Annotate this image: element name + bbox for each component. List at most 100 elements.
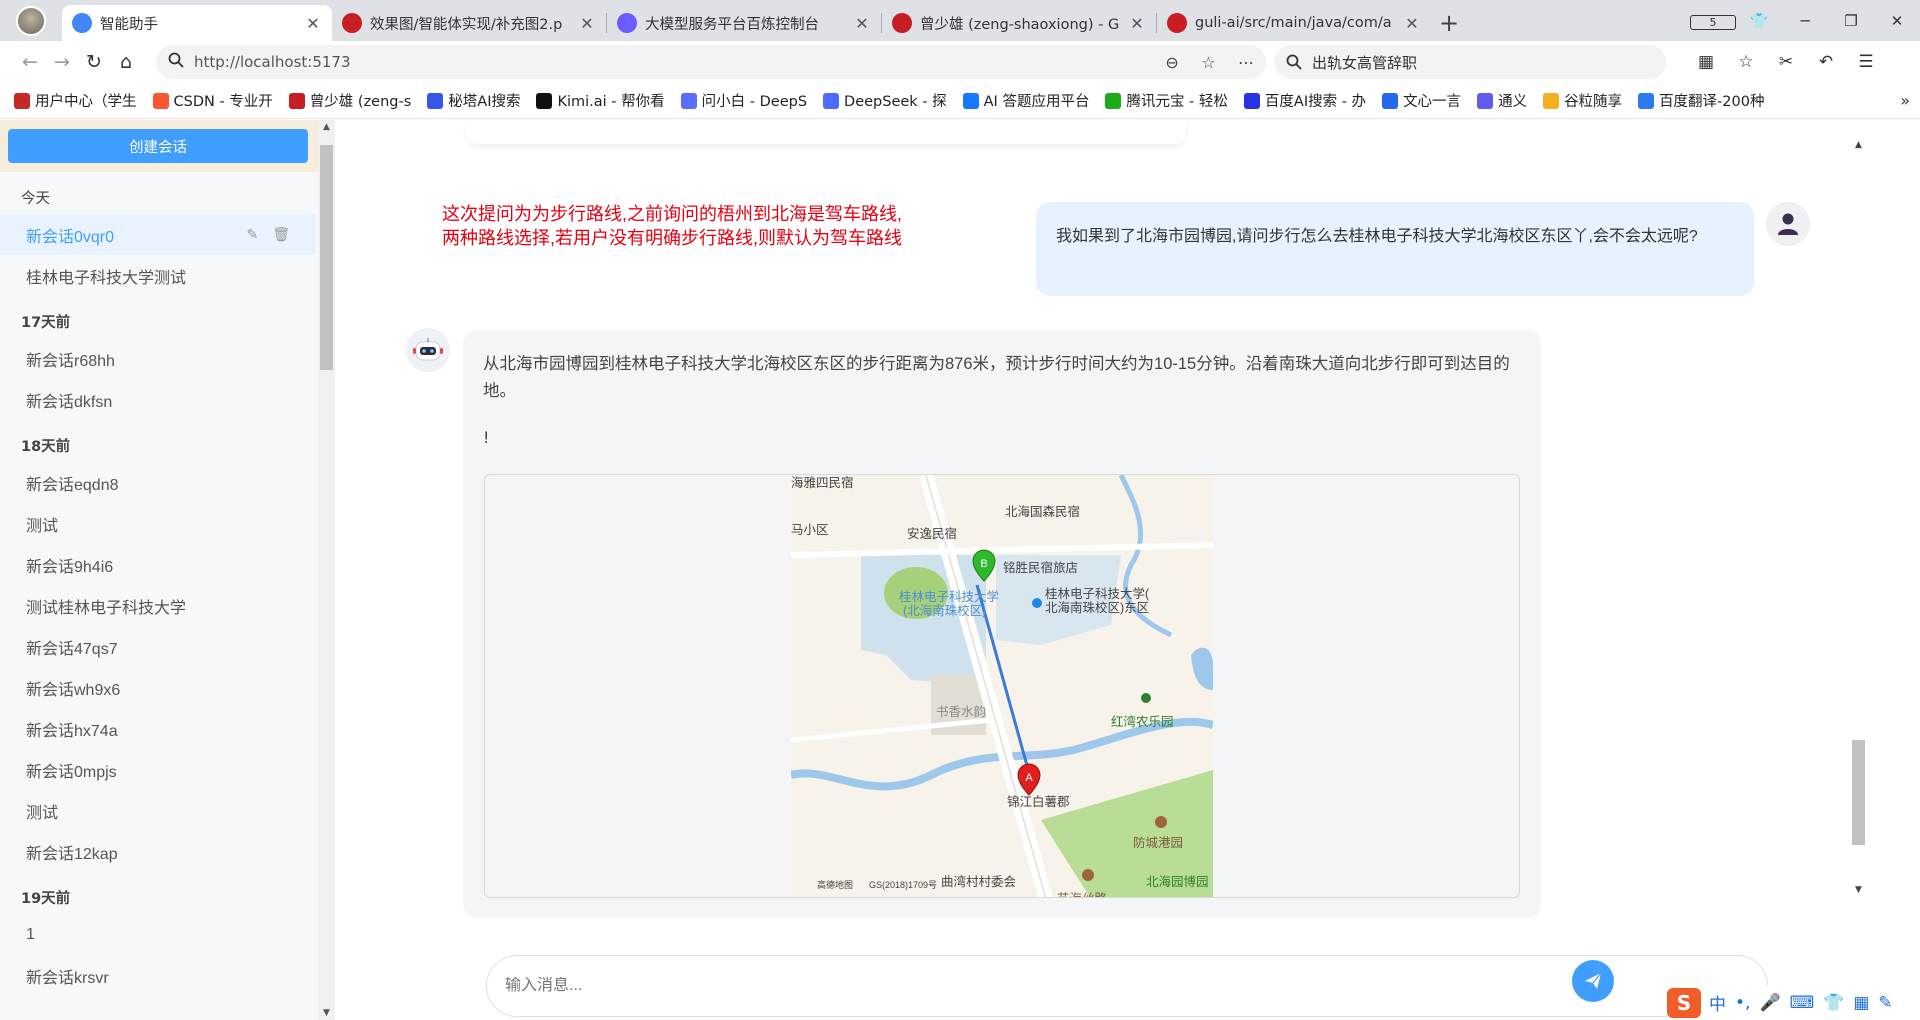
conversation-item[interactable]: 新会话47qs7 (0, 626, 316, 667)
scroll-down-icon[interactable]: ▼ (318, 1008, 335, 1018)
create-conversation-button[interactable]: 创建会话 (8, 129, 308, 163)
zoom-out-icon[interactable]: ⊖ (1165, 53, 1178, 72)
forward-icon[interactable]: → (46, 51, 78, 73)
tab-title: guli-ai/src/main/java/com/a (1195, 15, 1392, 31)
ime-extra-icon[interactable]: ✎ (1878, 993, 1892, 1013)
bookmark-favicon-icon (823, 92, 840, 109)
undo-icon[interactable]: ↶ (1806, 52, 1846, 72)
user-avatar-icon (1766, 202, 1810, 246)
bookmark-item[interactable]: 文心一言 (1382, 90, 1461, 111)
sogou-logo-icon[interactable]: S (1667, 987, 1701, 1018)
scissors-icon[interactable]: ✂ (1766, 52, 1806, 72)
tab-close-icon[interactable]: ✕ (578, 14, 596, 33)
bookmark-label: 谷粒随享 (1564, 94, 1623, 110)
conversation-item[interactable]: 新会话krsvr (0, 955, 316, 996)
more-options-icon[interactable]: ⋯ (1238, 53, 1254, 72)
message-input[interactable] (505, 977, 1505, 995)
conversation-item[interactable]: 新会话0vqr0 ✎ 🗑 (0, 214, 316, 255)
home-icon[interactable]: ⌂ (110, 51, 142, 73)
conversation-label: 桂林电子科技大学测试 (26, 269, 187, 287)
browser-tab[interactable]: 曾少雄 (zeng-shaoxiong) - G ✕ (882, 5, 1156, 41)
bookmarks-more-icon[interactable]: » (1900, 91, 1910, 110)
route-map-frame[interactable]: B A 海雅四民宿 北海国森民宿 马小区 安逸民宿 铭胜民宿旅店 桂林电子科技大… (484, 474, 1520, 898)
conversation-group-title: 18天前 (21, 439, 71, 455)
conversation-item[interactable]: 1 (0, 914, 316, 955)
sidebar-scrollbar[interactable]: ▲ ▼ (318, 120, 335, 1020)
bookmark-item[interactable]: 用户中心（学生 (14, 90, 137, 111)
tab-close-icon[interactable]: ✕ (1403, 14, 1421, 33)
conversation-item[interactable]: 测试 (0, 790, 316, 831)
conversation-item[interactable]: 新会话eqdn8 (0, 462, 316, 503)
bookmark-item[interactable]: 曾少雄 (zeng-s (288, 90, 411, 111)
url-field[interactable]: http://localhost:5173 ⊖ ☆ ⋯ (156, 45, 1266, 79)
tab-title: 效果图/智能体实现/补充图2.p (370, 16, 563, 33)
toolbox-icon[interactable]: ▦ (1853, 993, 1869, 1013)
apps-grid-icon[interactable]: ▦ (1686, 52, 1726, 72)
chat-scrollbar[interactable]: ▲ ▼ (1850, 140, 1867, 900)
ime-toolbar[interactable]: S 中 •, 🎤 ⌨ 👕 ▦ ✎ (1667, 985, 1920, 1020)
browser-tab[interactable]: guli-ai/src/main/java/com/a ✕ (1157, 5, 1431, 41)
conversation-label: 新会话9h4i6 (26, 558, 114, 576)
tab-close-icon[interactable]: ✕ (1128, 14, 1146, 33)
ime-mode[interactable]: 中 (1709, 990, 1726, 1015)
route-map[interactable]: B A 海雅四民宿 北海国森民宿 马小区 安逸民宿 铭胜民宿旅店 桂林电子科技大… (791, 475, 1213, 897)
conversation-item[interactable]: 测试 (0, 503, 316, 544)
skin-icon[interactable]: 👕 (1736, 12, 1782, 30)
search-text[interactable]: 出轨女高管辞职 (1312, 52, 1417, 73)
skin-icon[interactable]: 👕 (1823, 993, 1844, 1013)
scroll-up-icon[interactable]: ▲ (318, 122, 335, 132)
bookmark-item[interactable]: AI 答题应用平台 (962, 90, 1089, 111)
tab-count-badge[interactable]: 5 (1690, 12, 1736, 30)
bookmark-item[interactable]: Kimi.ai - 帮你看 (536, 90, 665, 111)
conversation-item[interactable]: 新会话r68hh (0, 338, 316, 379)
annotation-line: 这次提问为为步行路线,之前询问的梧州到北海是驾车路线, (442, 204, 902, 224)
conversation-item[interactable]: 新会话dkfsn (0, 379, 316, 420)
conversation-item[interactable]: 新会话wh9x6 (0, 667, 316, 708)
browser-tab[interactable]: 大模型服务平台百炼控制台 ✕ (607, 5, 881, 41)
bookmark-star-icon[interactable]: ☆ (1201, 53, 1215, 72)
delete-icon[interactable]: 🗑 (272, 226, 290, 243)
restore-icon[interactable]: ❐ (1828, 12, 1874, 30)
close-window-icon[interactable]: ✕ (1874, 12, 1920, 30)
tab-close-icon[interactable]: ✕ (304, 14, 322, 33)
profile-avatar[interactable] (0, 0, 62, 41)
conversation-item[interactable]: 新会话9h4i6 (0, 544, 316, 585)
bookmark-item[interactable]: 秘塔AI搜索 (427, 90, 520, 111)
chat-scroll-thumb[interactable] (1852, 740, 1865, 845)
conversation-item[interactable]: 桂林电子科技大学测试 (0, 255, 316, 296)
favorites-icon[interactable]: ☆ (1726, 52, 1766, 72)
bookmark-item[interactable]: 谷粒随享 (1543, 90, 1622, 111)
conversation-item[interactable]: 新会话12kap (0, 831, 316, 872)
browser-search-field[interactable]: 出轨女高管辞职 (1274, 45, 1666, 79)
sidebar-scroll-thumb[interactable] (320, 145, 333, 370)
bookmark-item[interactable]: 通义 (1477, 90, 1527, 111)
bookmark-item[interactable]: 百度翻译-200种 (1638, 90, 1764, 111)
scroll-up-icon[interactable]: ▲ (1850, 140, 1867, 150)
conversation-item[interactable]: 新会话0mpjs (0, 749, 316, 790)
menu-icon[interactable]: ☰ (1846, 52, 1886, 72)
new-tab-button[interactable]: + (1431, 5, 1467, 41)
bookmark-item[interactable]: DeepSeek - 探 (823, 90, 947, 111)
punctuation-icon[interactable]: •, (1735, 993, 1750, 1013)
keyboard-icon[interactable]: ⌨ (1790, 993, 1815, 1013)
microphone-icon[interactable]: 🎤 (1759, 993, 1780, 1013)
back-icon[interactable]: ← (14, 51, 46, 73)
conversation-item[interactable]: 测试桂林电子科技大学 (0, 585, 316, 626)
previous-message-card (466, 120, 1186, 144)
bookmark-item[interactable]: CSDN - 专业开 (152, 90, 273, 111)
send-button[interactable] (1572, 960, 1614, 1002)
scroll-down-icon[interactable]: ▼ (1850, 885, 1867, 895)
bookmark-item[interactable]: 问小白 - DeepS (680, 90, 807, 111)
tab-close-icon[interactable]: ✕ (853, 14, 871, 33)
browser-tab[interactable]: 效果图/智能体实现/补充图2.p ✕ (332, 5, 606, 41)
conversation-label: 新会话eqdn8 (26, 476, 119, 494)
edit-icon[interactable]: ✎ (246, 226, 258, 243)
bookmark-item[interactable]: 百度AI搜索 - 办 (1243, 90, 1366, 111)
bookmark-item[interactable]: 腾讯元宝 - 轻松 (1105, 90, 1228, 111)
conversation-group-title: 今天 (21, 191, 50, 207)
url-text[interactable]: http://localhost:5173 (194, 53, 1147, 71)
conversation-item[interactable]: 新会话hx74a (0, 708, 316, 749)
reload-icon[interactable]: ↻ (78, 51, 110, 73)
browser-tab[interactable]: 智能助手 ✕ (62, 5, 332, 41)
minimize-icon[interactable]: ─ (1782, 12, 1828, 30)
